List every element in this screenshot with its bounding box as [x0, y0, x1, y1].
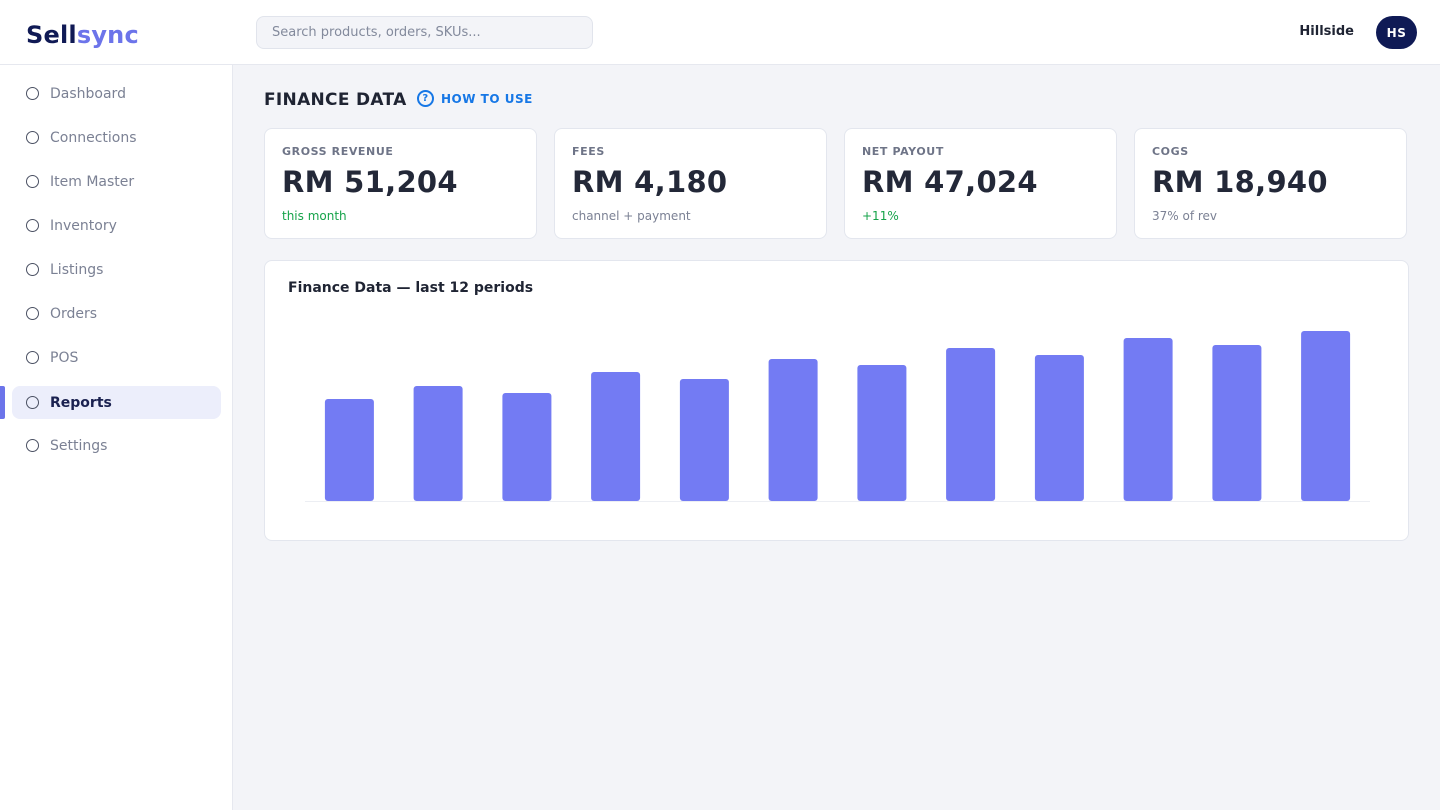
- kpi-label: FEES: [572, 145, 605, 158]
- circle-icon: [26, 351, 39, 364]
- logo-part-2: sync: [76, 21, 139, 49]
- chart-bar-3[interactable]: [502, 393, 552, 501]
- sidebar-item-label: Connections: [50, 129, 137, 146]
- kpi-value: RM 18,940: [1152, 165, 1328, 199]
- sidebar-item-orders[interactable]: Orders: [12, 297, 221, 330]
- sidebar-item-inventory[interactable]: Inventory: [12, 209, 221, 242]
- sidebar-item-label: Inventory: [50, 217, 117, 234]
- circle-icon: [26, 175, 39, 188]
- sidebar: Dashboard Connections Item Master Invent…: [0, 65, 233, 810]
- logo-part-1: Sell: [26, 21, 77, 49]
- kpi-card-net-payout: NET PAYOUT RM 47,024 +11%: [844, 128, 1117, 239]
- question-icon: ?: [417, 90, 434, 107]
- chart-bar-8[interactable]: [946, 348, 996, 501]
- kpi-card-cogs: COGS RM 18,940 37% of rev: [1134, 128, 1407, 239]
- bar-chart: [305, 331, 1370, 502]
- sidebar-item-label: Orders: [50, 305, 98, 322]
- circle-icon: [26, 219, 39, 232]
- sidebar-item-label: Item Master: [50, 173, 135, 190]
- chart-bar-2[interactable]: [413, 386, 463, 501]
- sidebar-item-label: Dashboard: [50, 85, 126, 102]
- chart-bar-1[interactable]: [324, 399, 374, 501]
- kpi-subtext: this month: [282, 209, 347, 223]
- top-bar: Sellsync Hillside HS: [0, 0, 1440, 65]
- kpi-card-gross-revenue: GROSS REVENUE RM 51,204 this month: [264, 128, 537, 239]
- app-logo[interactable]: Sellsync: [26, 21, 139, 49]
- chart-bar-10[interactable]: [1123, 338, 1173, 501]
- chart-bar-6[interactable]: [768, 359, 818, 501]
- kpi-subtext: channel + payment: [572, 209, 691, 223]
- circle-icon: [26, 439, 39, 452]
- circle-icon: [26, 263, 39, 276]
- sidebar-item-label: POS: [50, 349, 79, 366]
- sidebar-item-item-master[interactable]: Item Master: [12, 165, 221, 198]
- kpi-value: RM 4,180: [572, 165, 728, 199]
- sidebar-item-settings[interactable]: Settings: [12, 429, 221, 462]
- kpi-label: NET PAYOUT: [862, 145, 944, 158]
- store-name[interactable]: Hillside: [1299, 24, 1354, 39]
- page-title: FINANCE DATA: [264, 90, 407, 110]
- kpi-card-fees: FEES RM 4,180 channel + payment: [554, 128, 827, 239]
- kpi-value: RM 51,204: [282, 165, 458, 199]
- circle-icon: [26, 396, 39, 409]
- finance-chart-card: Finance Data — last 12 periods: [264, 260, 1409, 541]
- circle-icon: [26, 131, 39, 144]
- how-to-use-link[interactable]: ? HOW TO USE: [417, 90, 533, 107]
- chart-bar-9[interactable]: [1034, 355, 1084, 501]
- chart-title: Finance Data — last 12 periods: [288, 280, 534, 296]
- chart-bar-4[interactable]: [591, 372, 641, 501]
- sidebar-item-label: Settings: [50, 437, 108, 454]
- kpi-label: COGS: [1152, 145, 1189, 158]
- sidebar-item-reports[interactable]: Reports: [12, 386, 221, 419]
- search-input[interactable]: [256, 16, 593, 49]
- chart-bar-7[interactable]: [857, 365, 907, 501]
- sidebar-item-label: Listings: [50, 261, 104, 278]
- how-to-use-label: HOW TO USE: [441, 91, 533, 106]
- sidebar-item-connections[interactable]: Connections: [12, 121, 221, 154]
- kpi-label: GROSS REVENUE: [282, 145, 394, 158]
- chart-bar-12[interactable]: [1301, 331, 1351, 501]
- circle-icon: [26, 87, 39, 100]
- active-indicator: [0, 386, 5, 419]
- sidebar-item-listings[interactable]: Listings: [12, 253, 221, 286]
- chart-bar-5[interactable]: [679, 379, 729, 501]
- kpi-subtext: +11%: [862, 209, 899, 223]
- kpi-value: RM 47,024: [862, 165, 1038, 199]
- sidebar-item-label: Reports: [50, 394, 112, 411]
- sidebar-item-dashboard[interactable]: Dashboard: [12, 77, 221, 110]
- avatar[interactable]: HS: [1376, 16, 1417, 49]
- chart-bar-11[interactable]: [1212, 345, 1262, 501]
- circle-icon: [26, 307, 39, 320]
- sidebar-item-pos[interactable]: POS: [12, 341, 221, 374]
- kpi-subtext: 37% of rev: [1152, 209, 1218, 223]
